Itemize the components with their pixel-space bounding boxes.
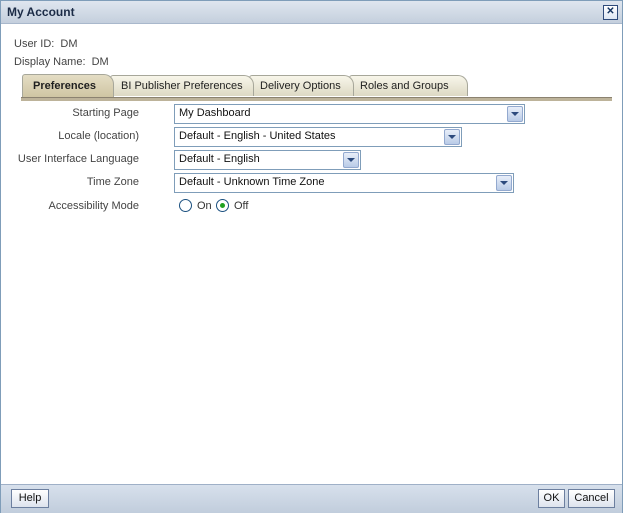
close-icon[interactable]: ✕ [603,5,618,20]
accessibility-row: Accessibility Mode On Off [1,197,601,217]
time-zone-row: Time Zone Default - Unknown Time Zone [1,173,601,193]
user-id-row: User ID: DM [14,38,78,50]
user-id-value: DM [60,38,78,50]
locale-value: Default - English - United States [179,130,336,142]
chevron-down-icon[interactable] [496,175,512,191]
accessibility-on-radio[interactable] [179,199,192,212]
time-zone-label: Time Zone [86,176,139,188]
starting-page-label: Starting Page [72,107,139,119]
ok-button[interactable]: OK [538,489,565,508]
tab-roles-and-groups[interactable]: Roles and Groups [349,75,468,96]
ui-language-select[interactable]: Default - English [174,150,361,170]
accessibility-off-radio[interactable] [216,199,229,212]
dialog-footer: Help OK Cancel [1,484,622,513]
dialog-title: My Account [7,5,75,19]
tab-delivery-options[interactable]: Delivery Options [249,75,354,96]
locale-label: Locale (location) [58,130,139,142]
dialog-titlebar: My Account ✕ [1,1,622,24]
locale-select[interactable]: Default - English - United States [174,127,462,147]
locale-row: Locale (location) Default - English - Un… [1,127,601,147]
starting-page-value: My Dashboard [179,107,251,119]
cancel-button[interactable]: Cancel [568,489,615,508]
accessibility-label: Accessibility Mode [48,200,139,212]
chevron-down-icon[interactable] [343,152,359,168]
tab-bi-publisher-preferences[interactable]: BI Publisher Preferences [110,75,254,96]
accessibility-off-label: Off [234,200,249,212]
display-name-label: Display Name: [14,56,86,68]
chevron-down-icon[interactable] [507,106,523,122]
time-zone-select[interactable]: Default - Unknown Time Zone [174,173,514,193]
help-button[interactable]: Help [11,489,49,508]
display-name-value: DM [91,56,109,68]
time-zone-value: Default - Unknown Time Zone [179,176,325,188]
starting-page-row: Starting Page My Dashboard [1,104,601,124]
user-id-label: User ID: [14,38,55,50]
my-account-dialog: My Account ✕ User ID: DM Display Name: D… [0,0,623,513]
starting-page-select[interactable]: My Dashboard [174,104,525,124]
display-name-row: Display Name: DM [14,56,109,68]
ui-language-row: User Interface Language Default - Englis… [1,150,601,170]
ui-language-label: User Interface Language [17,153,139,165]
tab-underline [21,97,612,101]
chevron-down-icon[interactable] [444,129,460,145]
accessibility-on-label: On [197,200,212,212]
ui-language-value: Default - English [179,153,260,165]
tab-preferences[interactable]: Preferences [22,74,114,97]
